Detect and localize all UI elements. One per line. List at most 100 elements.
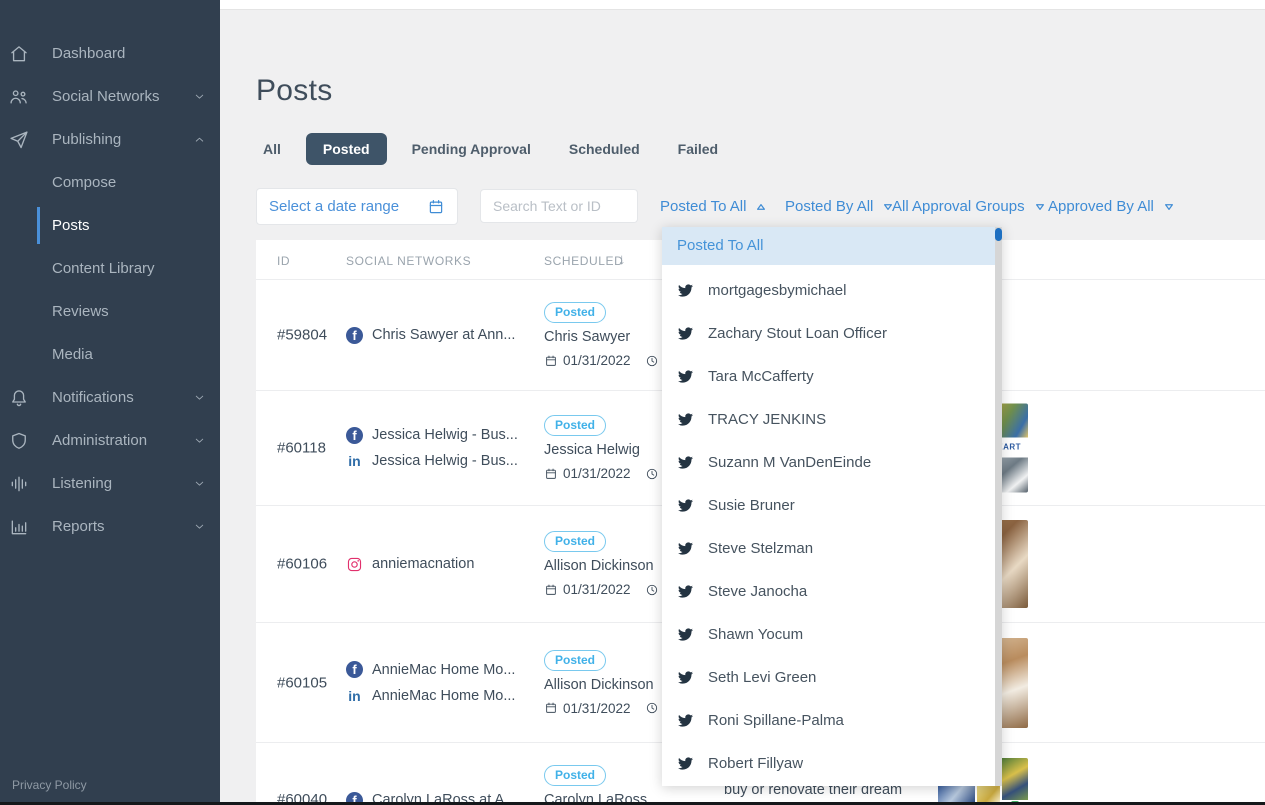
twitter-icon: [678, 584, 693, 599]
tab-posted[interactable]: Posted: [305, 133, 387, 165]
sidebar-item-media[interactable]: Media: [0, 333, 220, 376]
sidebar-item-posts[interactable]: Posts: [0, 204, 220, 247]
twitter-icon: [678, 369, 693, 384]
sidebar-item-dashboard[interactable]: Dashboard: [0, 32, 220, 75]
tab-failed[interactable]: Failed: [665, 133, 731, 165]
send-icon: [9, 130, 29, 150]
dropdown-option-shawn-yocum[interactable]: Shawn Yocum: [662, 613, 995, 656]
shield-icon: [9, 431, 29, 451]
tab-all[interactable]: All: [250, 133, 294, 165]
sidebar-item-reports[interactable]: Reports: [0, 505, 220, 548]
twitter-icon: [678, 713, 693, 728]
posted-by-filter[interactable]: Posted By All: [785, 198, 894, 215]
tab-scheduled[interactable]: Scheduled: [556, 133, 653, 165]
approved-by-label: Approved By All: [1048, 198, 1154, 215]
sidebar-item-label: Reports: [52, 518, 105, 535]
dropdown-option-label: Tara McCafferty: [708, 368, 814, 385]
dropdown-option-label: Suzann M VanDenEinde: [708, 454, 872, 471]
sort-desc-icon[interactable]: ↓: [618, 251, 626, 268]
status-badge: Posted: [544, 765, 607, 786]
privacy-policy-link[interactable]: Privacy Policy: [12, 778, 87, 792]
sidebar-item-social-networks[interactable]: Social Networks: [0, 75, 220, 118]
dropdown-option-roni-spillane-palma[interactable]: Roni Spillane-Palma: [662, 699, 995, 742]
linkedin-icon: in: [348, 453, 361, 469]
twitter-icon: [678, 541, 693, 556]
social-network-line: in Jessica Helwig - Bus...: [346, 448, 518, 474]
sidebar-item-content-library[interactable]: Content Library: [0, 247, 220, 290]
posted-to-label: Posted To All: [660, 198, 747, 215]
dropdown-option-label: Roni Spillane-Palma: [708, 712, 844, 729]
dropdown-option-label: mortgagesbymichael: [708, 282, 847, 299]
media-segment: [1002, 758, 1028, 800]
dropdown-option-susie-bruner[interactable]: Susie Bruner: [662, 484, 995, 527]
column-header-social-networks: SOCIAL NETWORKS: [346, 254, 472, 268]
triangle-down-icon: [1034, 201, 1046, 213]
dropdown-option-steve-janocha[interactable]: Steve Janocha: [662, 570, 995, 613]
wave-icon: [9, 474, 29, 494]
dropdown-option-posted-to-all[interactable]: Posted To All: [662, 227, 1002, 265]
media-segment: [977, 786, 1000, 802]
posted-to-filter[interactable]: Posted To All: [660, 198, 767, 215]
sidebar-item-reviews[interactable]: Reviews: [0, 290, 220, 333]
social-network-line: anniemacnation: [346, 551, 474, 577]
sidebar-item-administration[interactable]: Administration: [0, 419, 220, 462]
dropdown-option-tara-mccafferty[interactable]: Tara McCafferty: [662, 355, 995, 398]
dropdown-option-tracy-jenkins[interactable]: TRACY JENKINS: [662, 398, 995, 441]
approved-by-filter[interactable]: Approved By All: [1048, 198, 1175, 215]
status-badge: Posted: [544, 415, 607, 436]
facebook-icon: f: [346, 326, 363, 344]
dropdown-option-mortgagesbymichael[interactable]: mortgagesbymichael: [662, 269, 995, 312]
social-network-name: AnnieMac Home Mo...: [372, 687, 516, 704]
dropdown-option-label: TRACY JENKINS: [708, 411, 827, 428]
bell-icon: [9, 388, 29, 408]
twitter-icon: [678, 756, 693, 771]
chevron-down-icon: [193, 434, 206, 447]
twitter-icon: [678, 627, 693, 642]
sidebar-item-notifications[interactable]: Notifications: [0, 376, 220, 419]
dropdown-option-seth-levi-green[interactable]: Seth Levi Green: [662, 656, 995, 699]
dropdown-option-zachary-stout-loan-officer[interactable]: Zachary Stout Loan Officer: [662, 312, 995, 355]
sidebar-item-label: Dashboard: [52, 45, 126, 62]
post-social-networks: f AnnieMac Home Mo... in AnnieMac Home Mo..…: [346, 657, 515, 709]
sidebar-item-publishing[interactable]: Publishing: [0, 118, 220, 161]
calendar-icon: [544, 701, 558, 715]
sidebar-item-label: Reviews: [52, 303, 109, 320]
triangle-up-icon: [755, 201, 767, 213]
scheduled-date: 01/31/2022: [563, 582, 631, 597]
social-network-name: Jessica Helwig - Bus...: [372, 427, 518, 443]
dropdown-option-suzann-m-vandeneinde[interactable]: Suzann M VanDenEinde: [662, 441, 995, 484]
dropdown-option-label: Seth Levi Green: [708, 669, 817, 686]
facebook-icon: f: [346, 426, 363, 444]
calendar-icon: [544, 467, 558, 481]
dropdown-option-label: Robert Fillyaw: [708, 755, 804, 772]
dropdown-scrollbar-thumb[interactable]: [995, 228, 1002, 241]
linkedin-icon: in: [348, 687, 361, 704]
people-icon: [9, 87, 29, 107]
column-header-scheduled[interactable]: SCHEDULED: [544, 254, 623, 268]
twitter-icon: [678, 498, 693, 513]
date-range-picker[interactable]: Select a date range: [256, 188, 458, 225]
twitter-icon: [678, 412, 693, 427]
search-input[interactable]: [480, 189, 638, 223]
dropdown-option-robert-fillyaw[interactable]: Robert Fillyaw: [662, 742, 995, 785]
dropdown-option-label: Shawn Yocum: [708, 626, 804, 643]
post-id: #60118: [277, 439, 326, 457]
social-network-line: in AnnieMac Home Mo...: [346, 683, 515, 709]
twitter-icon: [678, 283, 693, 298]
sidebar-item-compose[interactable]: Compose: [0, 161, 220, 204]
tab-pending-approval[interactable]: Pending Approval: [399, 133, 544, 165]
sidebar-item-listening[interactable]: Listening: [0, 462, 220, 505]
chart-icon: [9, 517, 29, 537]
twitter-icon: [678, 455, 693, 470]
home-icon: [9, 44, 29, 64]
social-network-line: f AnnieMac Home Mo...: [346, 657, 515, 683]
dropdown-option-steve-stelzman[interactable]: Steve Stelzman: [662, 527, 995, 570]
approval-groups-filter[interactable]: All Approval Groups: [892, 198, 1046, 215]
instagram-icon: [346, 556, 363, 573]
media-segment: [938, 786, 975, 802]
approval-groups-label: All Approval Groups: [892, 198, 1025, 215]
dropdown-scrollbar-track[interactable]: [995, 227, 1002, 786]
sidebar-item-label: Content Library: [52, 260, 155, 277]
calendar-icon: [544, 583, 558, 597]
facebook-icon: f: [346, 661, 363, 678]
